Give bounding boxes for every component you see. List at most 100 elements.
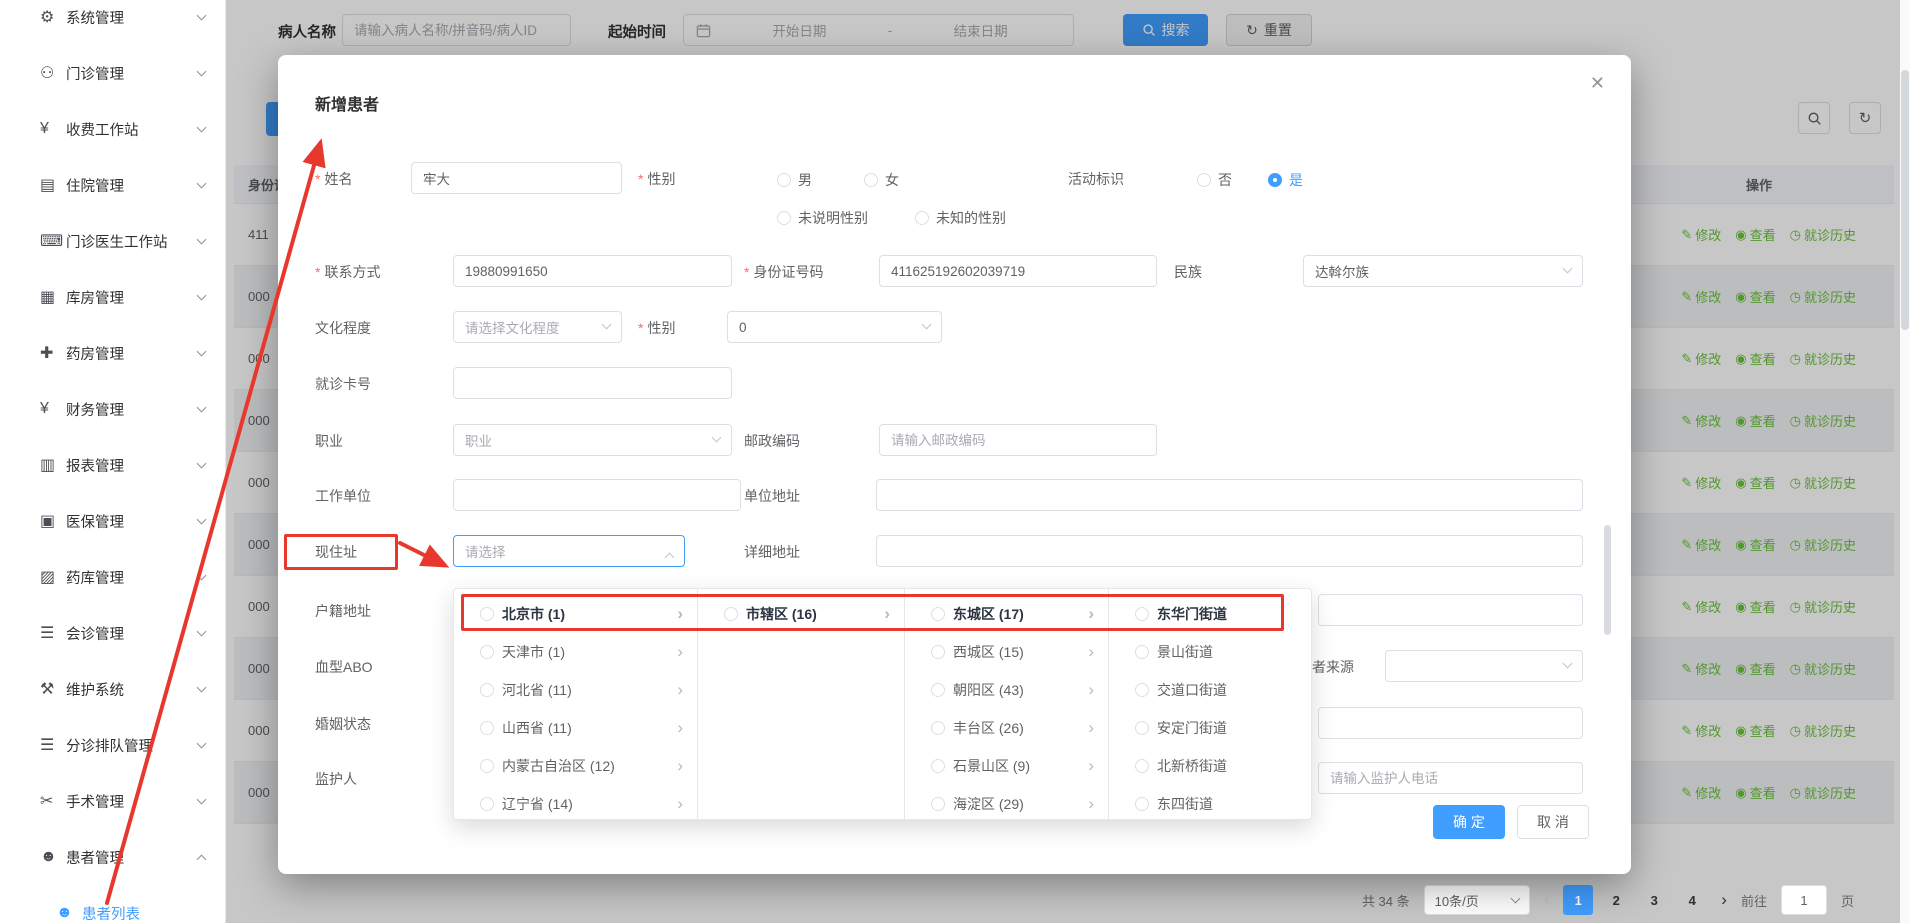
current-addr-select[interactable]: 请选择 <box>453 535 685 567</box>
sidebar-item-icon: ▤ <box>40 175 66 195</box>
radio-icon <box>931 759 945 773</box>
chevron-right-icon: › <box>1088 642 1094 662</box>
sidebar-item-label: 门诊管理 <box>66 63 198 84</box>
chevron-down-icon <box>197 403 207 413</box>
cascade-option[interactable]: 西城区 (15) › <box>905 633 1108 671</box>
work-unit-input[interactable] <box>453 479 741 511</box>
chevron-right-icon: › <box>677 604 683 624</box>
chevron-right-icon: › <box>677 756 683 776</box>
sidebar-item-icon: ⚒ <box>40 679 66 699</box>
cascade-option[interactable]: 东城区 (17) › <box>905 595 1108 633</box>
active-no-radio[interactable]: 否 <box>1197 170 1232 190</box>
sidebar-item[interactable]: ☰ 分诊排队管理 <box>0 717 225 773</box>
marital-status-input[interactable] <box>1318 707 1583 739</box>
cascade-option[interactable]: 内蒙古自治区 (12) › <box>454 747 697 785</box>
chevron-down-icon <box>712 433 722 443</box>
ethnic-select[interactable]: 达斡尔族 <box>1303 255 1583 287</box>
sidebar-item[interactable]: ¥ 收费工作站 <box>0 101 225 157</box>
marital-status-label: 婚姻状态 <box>315 714 371 734</box>
close-icon[interactable]: ✕ <box>1590 73 1605 94</box>
gender-unspecified-radio[interactable]: 未说明性别 <box>777 208 868 228</box>
page-size-select[interactable]: 10条/页 <box>1424 885 1530 915</box>
guardian-phone-input[interactable] <box>1318 762 1583 794</box>
cascade-option[interactable]: 交道口街道 › <box>1109 671 1312 709</box>
gender-male-radio[interactable]: 男 <box>777 170 812 190</box>
page-number-button[interactable]: 2 <box>1601 885 1631 915</box>
cascade-option[interactable]: 山西省 (11) › <box>454 709 697 747</box>
cascade-option[interactable]: 海淀区 (29) › <box>905 785 1108 819</box>
sidebar-item[interactable]: ✚ 药房管理 <box>0 325 225 381</box>
sidebar-item[interactable]: ▤ 住院管理 <box>0 157 225 213</box>
sidebar-item[interactable]: ⚙ 系统管理 <box>0 0 225 45</box>
cascade-option[interactable]: 东华门街道 › <box>1109 595 1312 633</box>
idcard-input[interactable] <box>879 255 1157 287</box>
sidebar-item[interactable]: ⚒ 维护系统 <box>0 661 225 717</box>
cascade-option[interactable]: 朝阳区 (43) › <box>905 671 1108 709</box>
patient-source-select[interactable] <box>1385 650 1583 682</box>
cascade-option[interactable]: 安定门街道 › <box>1109 709 1312 747</box>
modal-scrollbar-thumb[interactable] <box>1604 525 1611 635</box>
occupation-select[interactable]: 职业 <box>453 424 732 456</box>
education-select[interactable]: 请选择文化程度 <box>453 311 622 343</box>
cascade-option[interactable]: 市辖区 (16) › <box>698 595 904 633</box>
cascade-option[interactable]: 景山街道 › <box>1109 633 1312 671</box>
active-yes-radio[interactable]: 是 <box>1268 170 1303 190</box>
chevron-right-icon: › <box>884 604 890 624</box>
cascade-option[interactable]: 丰台区 (26) › <box>905 709 1108 747</box>
contact-input[interactable] <box>453 255 732 287</box>
prev-page-button[interactable]: ‹ <box>1544 890 1550 910</box>
sidebar-item-label: 系统管理 <box>66 7 198 28</box>
page-numbers: 1 2 3 4 <box>1563 885 1707 915</box>
chevron-up-icon <box>665 553 675 563</box>
cancel-button[interactable]: 取 消 <box>1517 805 1589 839</box>
sidebar-item[interactable]: ▨ 药库管理 <box>0 549 225 605</box>
name-input[interactable] <box>411 162 622 194</box>
cascade-option[interactable]: 东四街道 › <box>1109 785 1312 819</box>
radio-icon <box>1135 645 1149 659</box>
visit-card-input[interactable] <box>453 367 732 399</box>
goto-label: 前往 <box>1741 891 1767 910</box>
radio-icon <box>931 797 945 811</box>
sidebar-item[interactable]: ▥ 报表管理 <box>0 437 225 493</box>
cascade-option[interactable]: 河北省 (11) › <box>454 671 697 709</box>
sidebar-item-icon: ▣ <box>40 511 66 531</box>
cascade-option[interactable]: 天津市 (1) › <box>454 633 697 671</box>
sidebar-item-label: 患者管理 <box>66 847 198 868</box>
radio-icon <box>915 211 929 225</box>
cascade-option[interactable]: 辽宁省 (14) › <box>454 785 697 819</box>
gender-label: *性别 <box>638 169 675 189</box>
detail-addr-input[interactable] <box>876 535 1583 567</box>
current-addr-label: 现住址 <box>315 542 357 562</box>
confirm-button[interactable]: 确 定 <box>1433 805 1505 839</box>
sidebar-item[interactable]: ▦ 库房管理 <box>0 269 225 325</box>
goto-page-input[interactable] <box>1781 885 1827 915</box>
sidebar-item[interactable]: ¥ 财务管理 <box>0 381 225 437</box>
chevron-right-icon: › <box>1088 718 1094 738</box>
page-scrollbar[interactable] <box>1900 0 1910 923</box>
sidebar-item[interactable]: ⚇ 门诊管理 <box>0 45 225 101</box>
gender2-label: *性别 <box>638 318 675 338</box>
gender-unknown-radio[interactable]: 未知的性别 <box>915 208 1006 228</box>
gender2-select[interactable]: 0 <box>727 311 942 343</box>
radio-icon <box>864 173 878 187</box>
cascade-option[interactable]: 北新桥街道 › <box>1109 747 1312 785</box>
sidebar-item[interactable]: ⌨ 门诊医生工作站 <box>0 213 225 269</box>
cascade-option[interactable]: 北京市 (1) › <box>454 595 697 633</box>
gender-female-radio[interactable]: 女 <box>864 170 899 190</box>
page-number-button[interactable]: 4 <box>1677 885 1707 915</box>
sidebar-item[interactable]: ☰ 会诊管理 <box>0 605 225 661</box>
sidebar-item[interactable]: ✂ 手术管理 <box>0 773 225 829</box>
page-number-button[interactable]: 3 <box>1639 885 1669 915</box>
sidebar-item[interactable]: ▣ 医保管理 <box>0 493 225 549</box>
unit-addr-input[interactable] <box>876 479 1583 511</box>
sidebar-item-patient-list[interactable]: ☻ 患者列表 <box>0 885 225 923</box>
sidebar-item[interactable]: ☻ 患者管理 <box>0 829 225 885</box>
page-number-button[interactable]: 1 <box>1563 885 1593 915</box>
postal-input[interactable] <box>879 424 1157 456</box>
scrollbar-thumb[interactable] <box>1901 70 1909 330</box>
household-addr-input[interactable] <box>1318 594 1583 626</box>
cascade-district-column: 东城区 (17) › 西城区 (15) › 朝阳区 (43) › <box>905 589 1109 819</box>
next-page-button[interactable]: › <box>1721 890 1727 910</box>
cascade-option[interactable]: 石景山区 (9) › <box>905 747 1108 785</box>
active-flag-label: 活动标识 <box>1068 169 1124 189</box>
